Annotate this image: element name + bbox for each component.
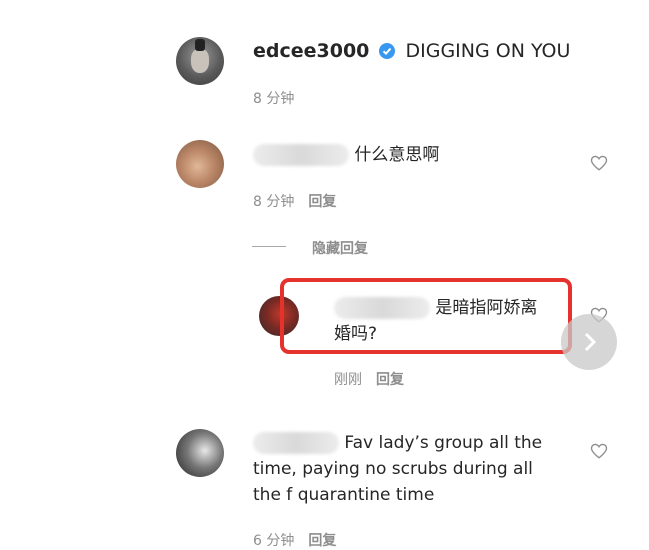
comment-timestamp: 8 分钟: [253, 194, 295, 210]
post-caption-text: DIGGING ON YOU: [405, 40, 571, 62]
comment-text: 什么意思啊: [354, 145, 440, 165]
comment-text-part-1: Fav lady’s group all the: [344, 433, 543, 453]
next-arrow-button[interactable]: [561, 314, 617, 370]
comment-timestamp: 6 分钟: [253, 533, 295, 549]
highlight-box: [280, 278, 572, 354]
hide-replies-divider: [252, 246, 286, 247]
like-heart-icon[interactable]: [590, 154, 608, 172]
reply-timestamp: 刚刚: [334, 372, 362, 388]
verified-badge-icon: [379, 43, 396, 59]
commenter-avatar[interactable]: [176, 429, 224, 477]
reply-meta: 刚刚 回复: [334, 369, 404, 389]
post-caption-line: edcee3000 DIGGING ON YOU: [253, 38, 570, 64]
comment-text-line-2: time, paying no scrubs during all: [253, 459, 533, 479]
reply-button[interactable]: 回复: [308, 533, 336, 549]
comment-text-line-3: the f quarantine time: [253, 485, 435, 505]
blurred-username: [253, 144, 349, 166]
post-author-avatar[interactable]: [176, 37, 224, 85]
post-username[interactable]: edcee3000: [253, 40, 369, 62]
hide-replies-button[interactable]: 隐藏回复: [312, 238, 368, 258]
comment-text-line: 什么意思啊: [253, 142, 439, 168]
blurred-username: [253, 432, 339, 454]
reply-button[interactable]: 回复: [308, 194, 336, 210]
commenter-avatar[interactable]: [176, 140, 224, 188]
comment-text-line-1: Fav lady’s group all the: [253, 430, 542, 456]
comment-meta: 6 分钟 回复: [253, 530, 336, 550]
chevron-right-icon: [584, 332, 597, 352]
post-timestamp: 8 分钟: [253, 91, 295, 107]
comment-meta: 8 分钟 回复: [253, 191, 336, 211]
reply-button[interactable]: 回复: [376, 372, 404, 388]
like-heart-icon[interactable]: [590, 442, 608, 460]
